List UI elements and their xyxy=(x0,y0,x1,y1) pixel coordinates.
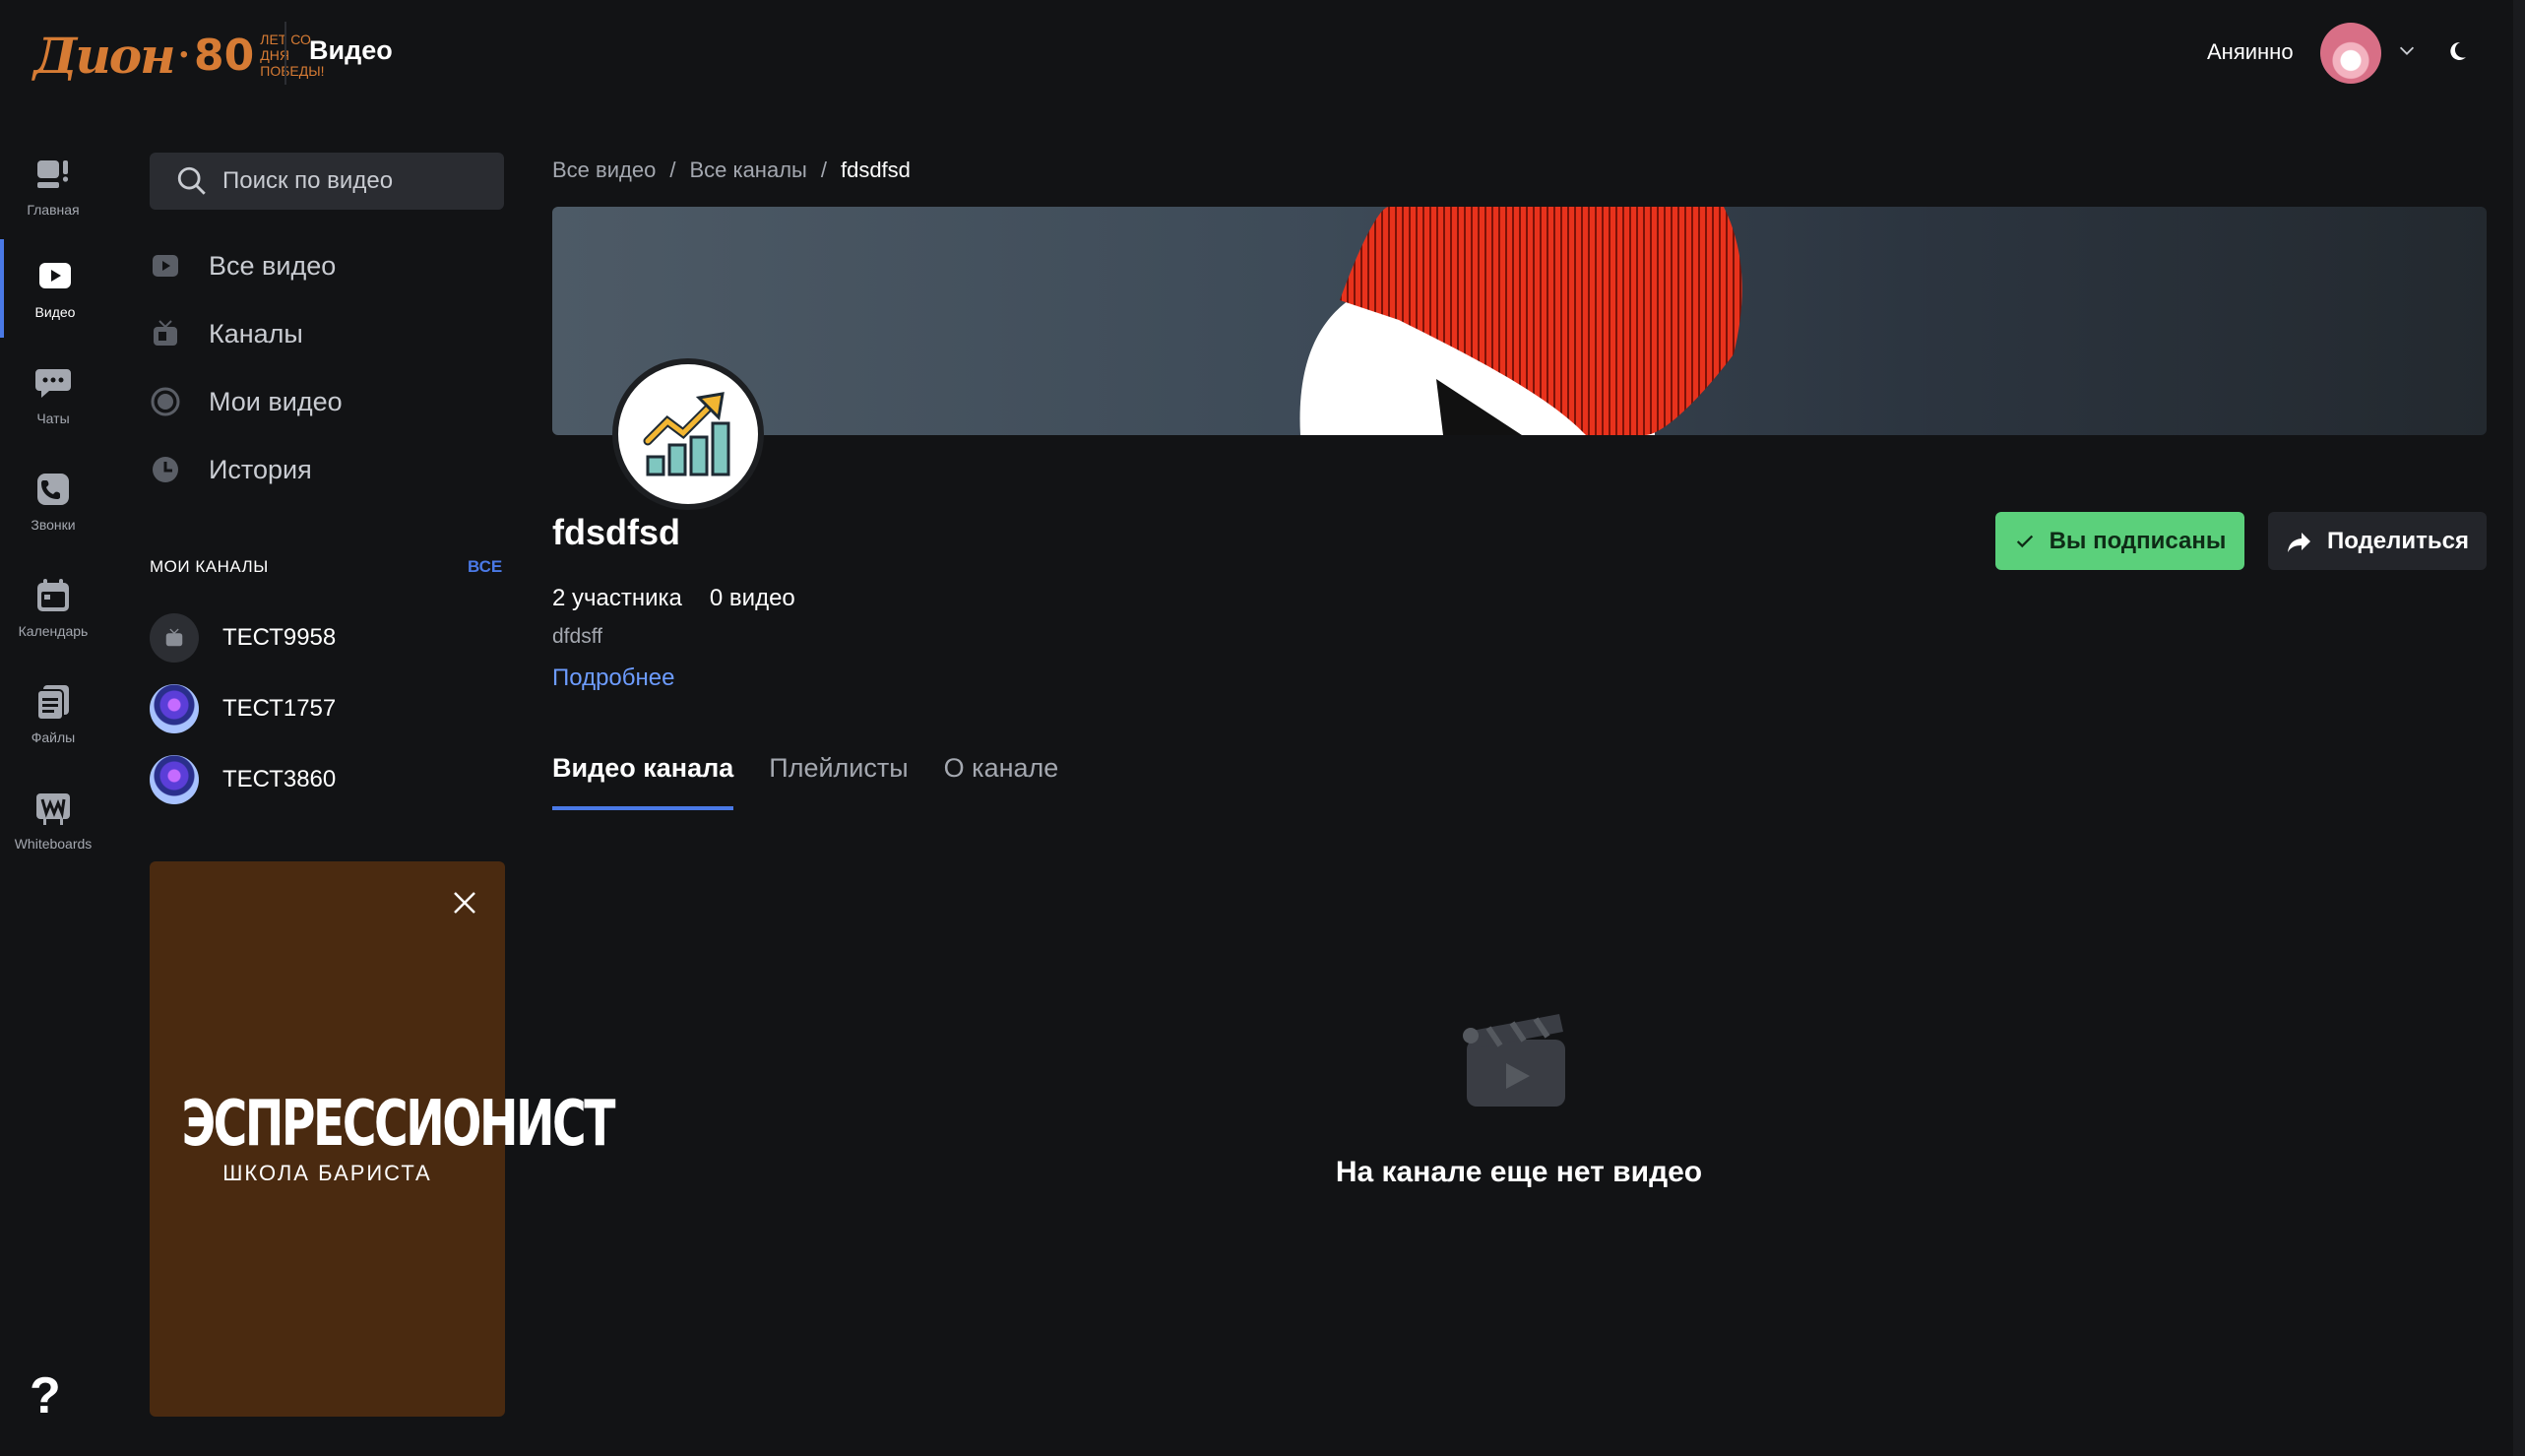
my-channels-title: МОИ КАНАЛЫ xyxy=(150,557,269,576)
chat-icon xyxy=(35,369,71,398)
channel-more-link[interactable]: Подробнее xyxy=(552,665,674,692)
my-channel-item[interactable]: ТЕСТ3860 xyxy=(150,753,504,806)
channel-name: fdsdfsd xyxy=(552,512,680,552)
nav-all-videos[interactable]: Все видео xyxy=(150,241,504,290)
rail-item-calls[interactable]: Звонки xyxy=(0,452,106,550)
help-button[interactable]: ? xyxy=(30,1366,61,1425)
files-icon xyxy=(36,685,69,721)
channel-avatar xyxy=(150,684,199,733)
whiteboard-icon xyxy=(36,793,70,825)
video-icon xyxy=(39,263,71,288)
logo-brand: Дион xyxy=(33,26,176,85)
channel-stats: 2 участника 0 видео xyxy=(552,585,795,612)
promo-subtitle: ШКОЛА БАРИСТА xyxy=(222,1161,432,1185)
empty-state-message: На канале еще нет видео xyxy=(1335,1156,1703,1188)
nav-my-videos[interactable]: Мои видео xyxy=(150,377,504,426)
subscribed-button[interactable]: Вы подписаны xyxy=(1995,512,2244,570)
promo-banner[interactable]: ЭСПРЕССИОНИСТ ШКОЛА БАРИСТА xyxy=(150,861,615,1417)
tab-about[interactable]: О канале xyxy=(944,753,1059,810)
clock-icon xyxy=(153,457,178,482)
check-icon xyxy=(2016,535,2033,547)
my-channel-item[interactable]: ТЕСТ1757 xyxy=(150,682,504,735)
tab-channel-videos[interactable]: Видео канала xyxy=(552,753,734,810)
search-icon xyxy=(177,166,206,195)
rail-item-chats[interactable]: Чаты xyxy=(0,346,106,444)
rail-item-whiteboards[interactable]: Whiteboards xyxy=(0,771,106,869)
my-channels-all-link[interactable]: ВСЕ xyxy=(468,557,502,577)
share-arrow-icon xyxy=(2287,532,2310,552)
rail-item-files[interactable]: Файлы xyxy=(0,665,106,763)
channel-cover xyxy=(552,207,2487,435)
breadcrumb-current: fdsdfsd xyxy=(840,158,911,182)
breadcrumb-separator: / xyxy=(820,158,827,182)
breadcrumb-separator: / xyxy=(669,158,676,182)
tv-icon xyxy=(154,320,177,346)
page-section-title: Видео xyxy=(309,35,393,65)
rail-item-calendar[interactable]: Календарь xyxy=(0,558,106,657)
logo[interactable]: Дион • 80 ЛЕТ СО ДНЯ ПОБЕДЫ! xyxy=(33,24,325,87)
video-search-input[interactable]: Поиск по видео xyxy=(150,153,504,210)
channel-description: dfdsff xyxy=(552,625,602,648)
nav-channels[interactable]: Каналы xyxy=(150,309,504,358)
cover-illustration xyxy=(1299,207,1742,435)
share-button[interactable]: Поделиться xyxy=(2268,512,2487,570)
breadcrumb-all-channels[interactable]: Все каналы xyxy=(689,158,806,183)
breadcrumb: Все видео / Все каналы / fdsdfsd xyxy=(552,158,911,183)
play-square-icon xyxy=(153,255,178,277)
channel-avatar-large xyxy=(612,358,764,510)
moon-icon[interactable] xyxy=(2445,39,2469,63)
channel-videos-count: 0 видео xyxy=(709,585,795,611)
top-header: Дион • 80 ЛЕТ СО ДНЯ ПОБЕДЫ! Видео Аняин… xyxy=(0,0,2525,106)
home-icon xyxy=(37,160,69,188)
header-divider xyxy=(284,22,286,85)
close-icon[interactable] xyxy=(449,887,480,918)
user-name[interactable]: Аняинно xyxy=(2207,39,2294,65)
promo-title: ЭСПРЕССИОНИСТ xyxy=(181,1088,615,1161)
tab-playlists[interactable]: Плейлисты xyxy=(769,753,908,810)
chevron-down-icon[interactable] xyxy=(2396,39,2418,61)
calendar-icon xyxy=(37,579,69,611)
rail-item-home[interactable]: Главная xyxy=(0,137,106,235)
tv-icon xyxy=(165,628,183,647)
channel-avatar xyxy=(150,613,199,663)
channel-tabs: Видео канала Плейлисты О канале xyxy=(552,753,1058,812)
clapperboard-icon xyxy=(1463,1014,1565,1107)
record-icon xyxy=(151,387,180,416)
channel-avatar xyxy=(150,755,199,804)
rail-item-video[interactable]: Видео xyxy=(0,239,106,338)
user-avatar[interactable] xyxy=(2320,23,2381,84)
logo-years: 80 xyxy=(194,30,255,81)
breadcrumb-all-videos[interactable]: Все видео xyxy=(552,158,656,183)
growth-chart-icon xyxy=(643,392,730,476)
page-scrollbar[interactable] xyxy=(2513,0,2525,1456)
my-channel-item[interactable]: ТЕСТ9958 xyxy=(150,611,504,665)
nav-history[interactable]: История xyxy=(150,445,504,494)
calls-icon xyxy=(37,474,69,505)
channel-members-count: 2 участника xyxy=(552,585,682,611)
search-placeholder: Поиск по видео xyxy=(222,167,394,194)
